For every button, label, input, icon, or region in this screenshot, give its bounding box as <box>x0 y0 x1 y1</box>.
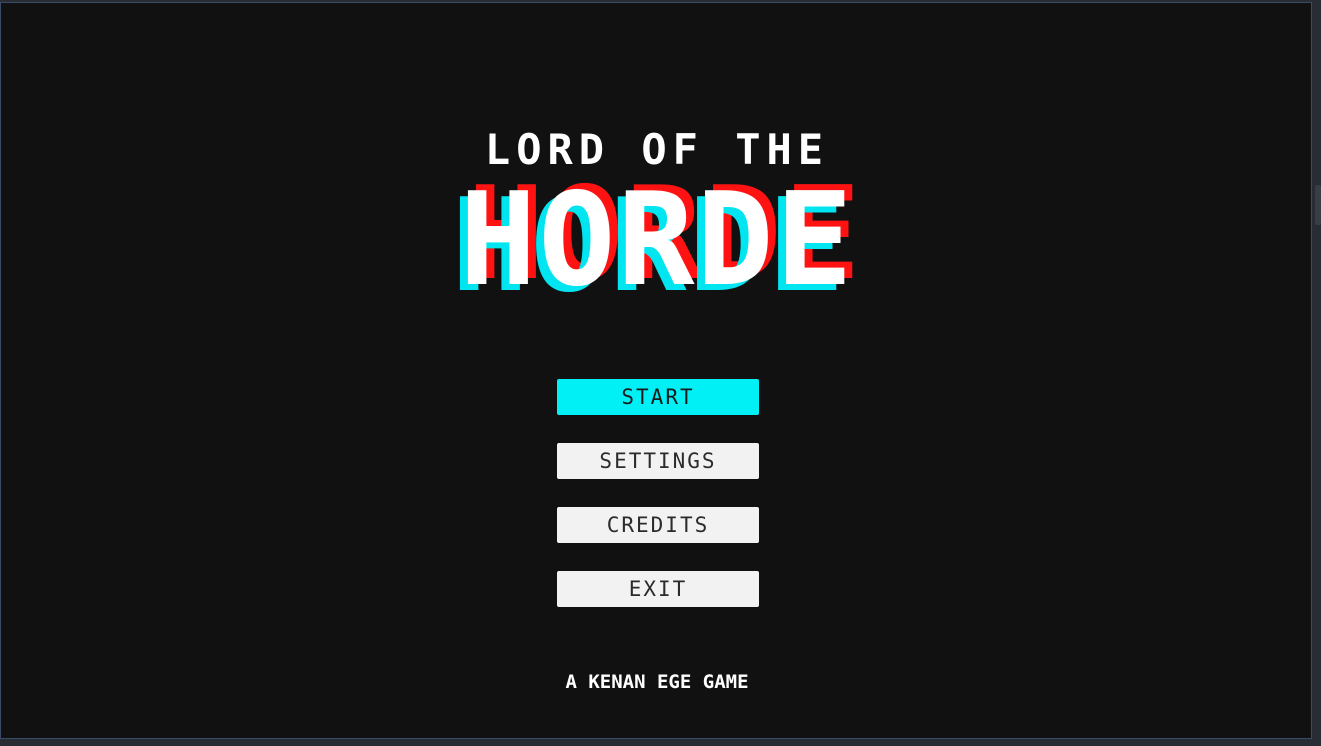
start-button[interactable]: START <box>557 379 759 415</box>
settings-button[interactable]: SETTINGS <box>557 443 759 479</box>
main-menu: START SETTINGS CREDITS EXIT <box>557 379 759 635</box>
game-window: LORD OF THE HORDE START SETTINGS CREDITS… <box>0 2 1312 739</box>
game-title-logo: HORDE <box>459 166 855 315</box>
credits-button[interactable]: CREDITS <box>557 507 759 543</box>
developer-credit: A KENAN EGE GAME <box>565 671 749 693</box>
window-edge-tab <box>1315 185 1321 225</box>
exit-button[interactable]: EXIT <box>557 571 759 607</box>
